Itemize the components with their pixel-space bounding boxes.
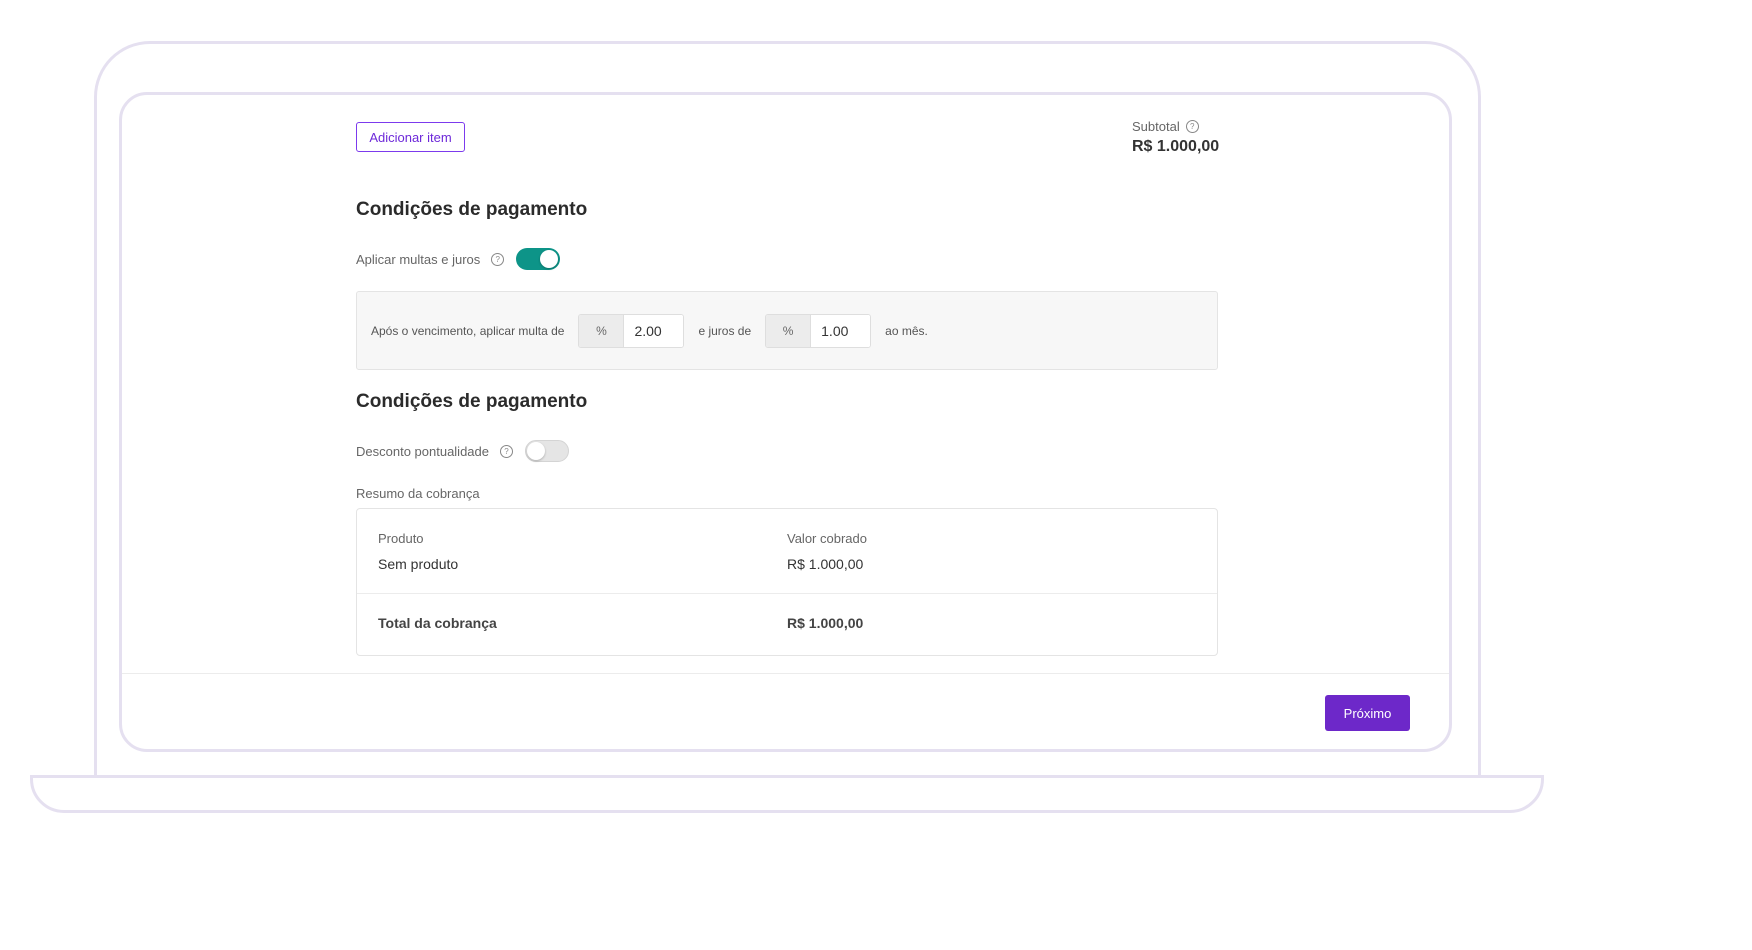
summary-label: Resumo da cobrança bbox=[356, 486, 480, 501]
add-item-button[interactable]: Adicionar item bbox=[356, 122, 465, 152]
fine-text-before: Após o vencimento, aplicar multa de bbox=[371, 323, 565, 338]
subtotal-value: R$ 1.000,00 bbox=[1132, 138, 1220, 155]
help-icon[interactable]: ? bbox=[500, 444, 513, 458]
percent-addon: % bbox=[579, 314, 625, 347]
charge-form: Adicionar item Subtotal ? R$ 1.000,00 Co… bbox=[122, 95, 1449, 749]
laptop-screen: Adicionar item Subtotal ? R$ 1.000,00 Co… bbox=[119, 92, 1452, 752]
column-header-product: Produto bbox=[378, 531, 424, 546]
discount-toggle-row: Desconto pontualidade ? bbox=[356, 440, 569, 462]
help-icon[interactable]: ? bbox=[491, 252, 505, 266]
discount-toggle-label: Desconto pontualidade bbox=[356, 443, 489, 459]
interest-input-group: % bbox=[765, 313, 872, 348]
fine-percent-input[interactable] bbox=[624, 314, 684, 347]
subtotal-block: Subtotal ? R$ 1.000,00 bbox=[1132, 119, 1219, 156]
subtotal-label-row: Subtotal ? bbox=[1132, 119, 1219, 134]
toggle-knob bbox=[540, 250, 559, 268]
summary-total-row: Total da cobrança R$ 1.000,00 bbox=[357, 593, 1217, 656]
total-value: R$ 1.000,00 bbox=[787, 615, 864, 631]
payment-conditions-title: Condições de pagamento bbox=[356, 199, 588, 220]
product-name: Sem produto bbox=[378, 556, 459, 572]
interest-text: e juros de bbox=[698, 323, 752, 338]
summary-product-row: Produto Valor cobrado Sem produto R$ 1.0… bbox=[357, 509, 1217, 594]
help-icon[interactable]: ? bbox=[1185, 120, 1199, 133]
fines-settings-box: Após o vencimento, aplicar multa de % e … bbox=[356, 291, 1218, 370]
percent-addon: % bbox=[766, 314, 812, 347]
discount-conditions-title: Condições de pagamento bbox=[356, 391, 588, 412]
total-label: Total da cobrança bbox=[378, 615, 497, 631]
laptop-base-frame bbox=[30, 775, 1544, 813]
product-value: R$ 1.000,00 bbox=[787, 556, 864, 572]
subtotal-label: Subtotal bbox=[1132, 119, 1180, 134]
footer-divider bbox=[122, 673, 1449, 674]
summary-table: Produto Valor cobrado Sem produto R$ 1.0… bbox=[356, 508, 1218, 656]
fines-toggle[interactable] bbox=[516, 248, 561, 270]
fine-text-after: ao mês. bbox=[885, 323, 928, 338]
interest-percent-input[interactable] bbox=[811, 314, 871, 347]
toggle-knob bbox=[527, 442, 545, 460]
discount-toggle[interactable] bbox=[525, 440, 569, 462]
fine-input-group: % bbox=[578, 313, 685, 348]
column-header-value: Valor cobrado bbox=[787, 531, 867, 546]
next-button[interactable]: Próximo bbox=[1325, 695, 1410, 731]
fines-toggle-label: Aplicar multas e juros bbox=[356, 251, 481, 267]
fines-toggle-row: Aplicar multas e juros ? bbox=[356, 248, 561, 270]
